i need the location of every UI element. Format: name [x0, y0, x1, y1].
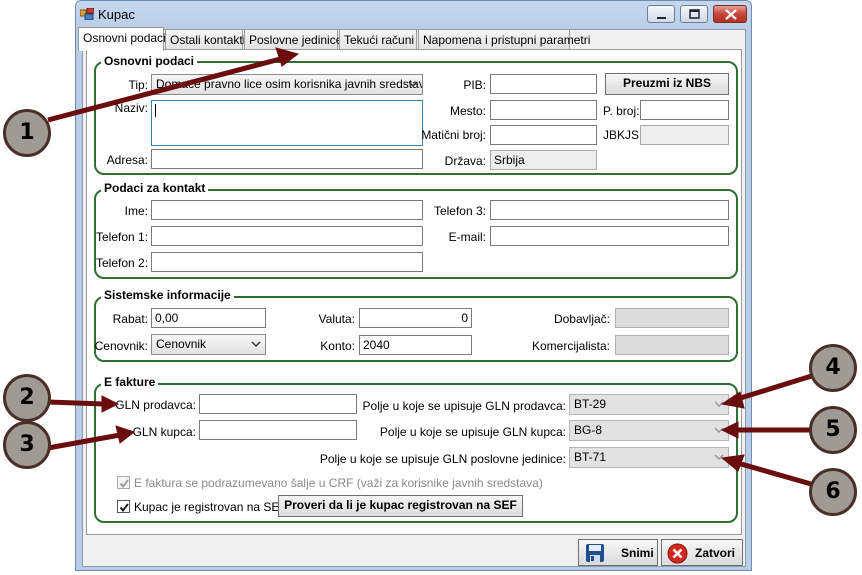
arrow-4-line	[733, 371, 819, 403]
arrow-4-head	[720, 391, 745, 409]
arrow-2-line	[47, 399, 105, 407]
arrow-3-line	[47, 432, 121, 451]
annotation-arrows	[47, 47, 819, 489]
marker-4: 4	[809, 344, 857, 392]
arrow-6-head	[720, 454, 745, 472]
arrow-2-head	[101, 395, 120, 413]
marker-1: 1	[3, 109, 51, 157]
marker-2: 2	[3, 374, 51, 422]
arrow-1-head	[275, 47, 300, 67]
marker-6: 6	[809, 468, 857, 516]
marker-3: 3	[3, 421, 51, 469]
arrow-6-line	[733, 459, 819, 489]
arrow-5-head	[720, 421, 739, 439]
marker-5: 5	[809, 406, 857, 454]
arrow-3-head	[115, 425, 136, 444]
arrow-1-line	[47, 55, 285, 123]
